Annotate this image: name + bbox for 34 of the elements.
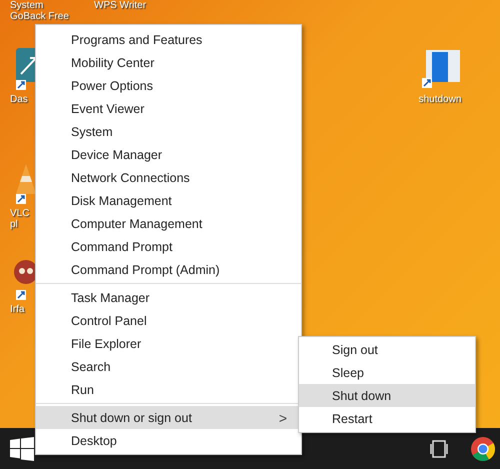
- submenu-arrow-icon: >: [278, 410, 287, 426]
- icon-label: pl: [9, 219, 18, 230]
- menu-item[interactable]: Restart: [299, 407, 475, 430]
- menu-item[interactable]: Disk Management: [36, 189, 301, 212]
- icon-label: Irfa: [9, 304, 24, 315]
- task-view-icon[interactable]: [428, 440, 450, 458]
- icon-label: WPS Writer: [93, 0, 146, 11]
- menu-item[interactable]: Power Options: [36, 74, 301, 97]
- menu-item[interactable]: Sleep: [299, 361, 475, 384]
- menu-item[interactable]: Task Manager: [36, 286, 301, 309]
- menu-item[interactable]: Device Manager: [36, 143, 301, 166]
- icon-label: System: [9, 0, 44, 11]
- menu-item[interactable]: Desktop: [36, 429, 301, 452]
- icon-label: Das: [9, 94, 28, 105]
- menu-item[interactable]: Shut down: [299, 384, 475, 407]
- menu-item[interactable]: Shut down or sign out >: [36, 406, 301, 429]
- menu-item[interactable]: Control Panel: [36, 309, 301, 332]
- menu-item[interactable]: Search: [36, 355, 301, 378]
- menu-item[interactable]: System: [36, 120, 301, 143]
- chrome-icon[interactable]: [470, 436, 496, 462]
- menu-item[interactable]: Run: [36, 378, 301, 401]
- icon-label: VLC: [9, 208, 30, 219]
- icon-label: shutdown: [418, 94, 462, 105]
- menu-item[interactable]: Command Prompt: [36, 235, 301, 258]
- windows-logo-icon[interactable]: [10, 436, 34, 460]
- menu-item[interactable]: Mobility Center: [36, 51, 301, 74]
- menu-item[interactable]: Sign out: [299, 338, 475, 361]
- menu-item[interactable]: Command Prompt (Admin): [36, 258, 301, 281]
- menu-item[interactable]: File Explorer: [36, 332, 301, 355]
- menu-item[interactable]: Network Connections: [36, 166, 301, 189]
- menu-item[interactable]: Event Viewer: [36, 97, 301, 120]
- menu-item[interactable]: Computer Management: [36, 212, 301, 235]
- icon-label: GoBack Free: [9, 11, 69, 22]
- menu-item[interactable]: Programs and Features: [36, 28, 301, 51]
